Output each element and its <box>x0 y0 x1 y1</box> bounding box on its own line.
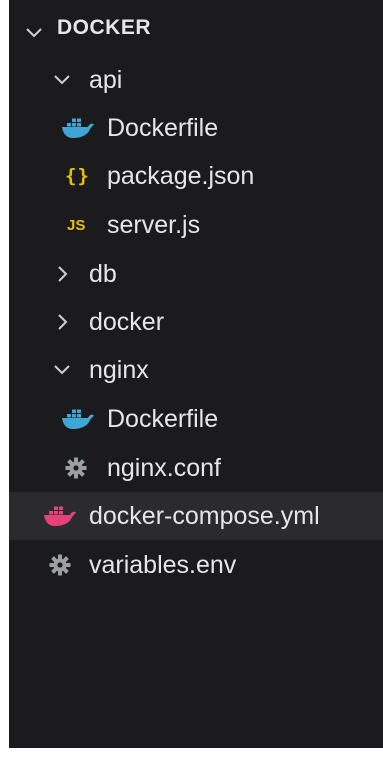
tree-item-label: nginx.conf <box>107 453 221 482</box>
tree-item-label: api <box>89 65 123 94</box>
tree-folder-docker[interactable]: docker <box>9 298 383 346</box>
javascript-icon: JS <box>67 216 86 234</box>
tree-item-label: variables.env <box>89 550 237 579</box>
json-icon: {} <box>65 165 90 187</box>
tree-item-label: package.json <box>107 161 255 190</box>
tree-item-label: db <box>89 259 117 288</box>
tree-file-server-js[interactable]: JS server.js <box>9 201 383 249</box>
tree-item-label: Dockerfile <box>107 404 219 433</box>
chevron-down-icon <box>25 21 43 45</box>
tree-file-api-dockerfile[interactable]: Dockerfile <box>9 104 383 152</box>
tree-item-label: server.js <box>107 210 201 239</box>
chevron-down-icon <box>53 364 71 376</box>
docker-icon <box>43 505 77 527</box>
explorer-panel: DOCKER api Dockerfile {} package.json JS <box>9 0 383 748</box>
docker-icon <box>61 408 95 430</box>
tree-file-variables-env[interactable]: variables.env <box>9 541 383 589</box>
gear-icon <box>49 554 71 576</box>
tree-file-nginx-conf[interactable]: nginx.conf <box>9 444 383 492</box>
explorer-title: DOCKER <box>57 16 152 39</box>
chevron-right-icon <box>57 265 69 283</box>
tree-file-package-json[interactable]: {} package.json <box>9 152 383 200</box>
gear-icon <box>65 457 87 479</box>
tree-folder-db[interactable]: db <box>9 250 383 298</box>
explorer-section-header[interactable]: DOCKER <box>9 8 383 48</box>
chevron-right-icon <box>57 313 69 331</box>
tree-folder-nginx[interactable]: nginx <box>9 346 383 394</box>
tree-folder-api[interactable]: api <box>9 56 383 104</box>
tree-item-label: Dockerfile <box>107 113 219 142</box>
tree-item-label: docker-compose.yml <box>89 501 320 530</box>
tree-item-label: docker <box>89 307 165 336</box>
docker-icon <box>61 117 95 139</box>
chevron-down-icon <box>53 74 71 86</box>
tree-file-docker-compose[interactable]: docker-compose.yml <box>9 492 383 540</box>
tree-file-nginx-dockerfile[interactable]: Dockerfile <box>9 395 383 443</box>
tree-item-label: nginx <box>89 355 149 384</box>
